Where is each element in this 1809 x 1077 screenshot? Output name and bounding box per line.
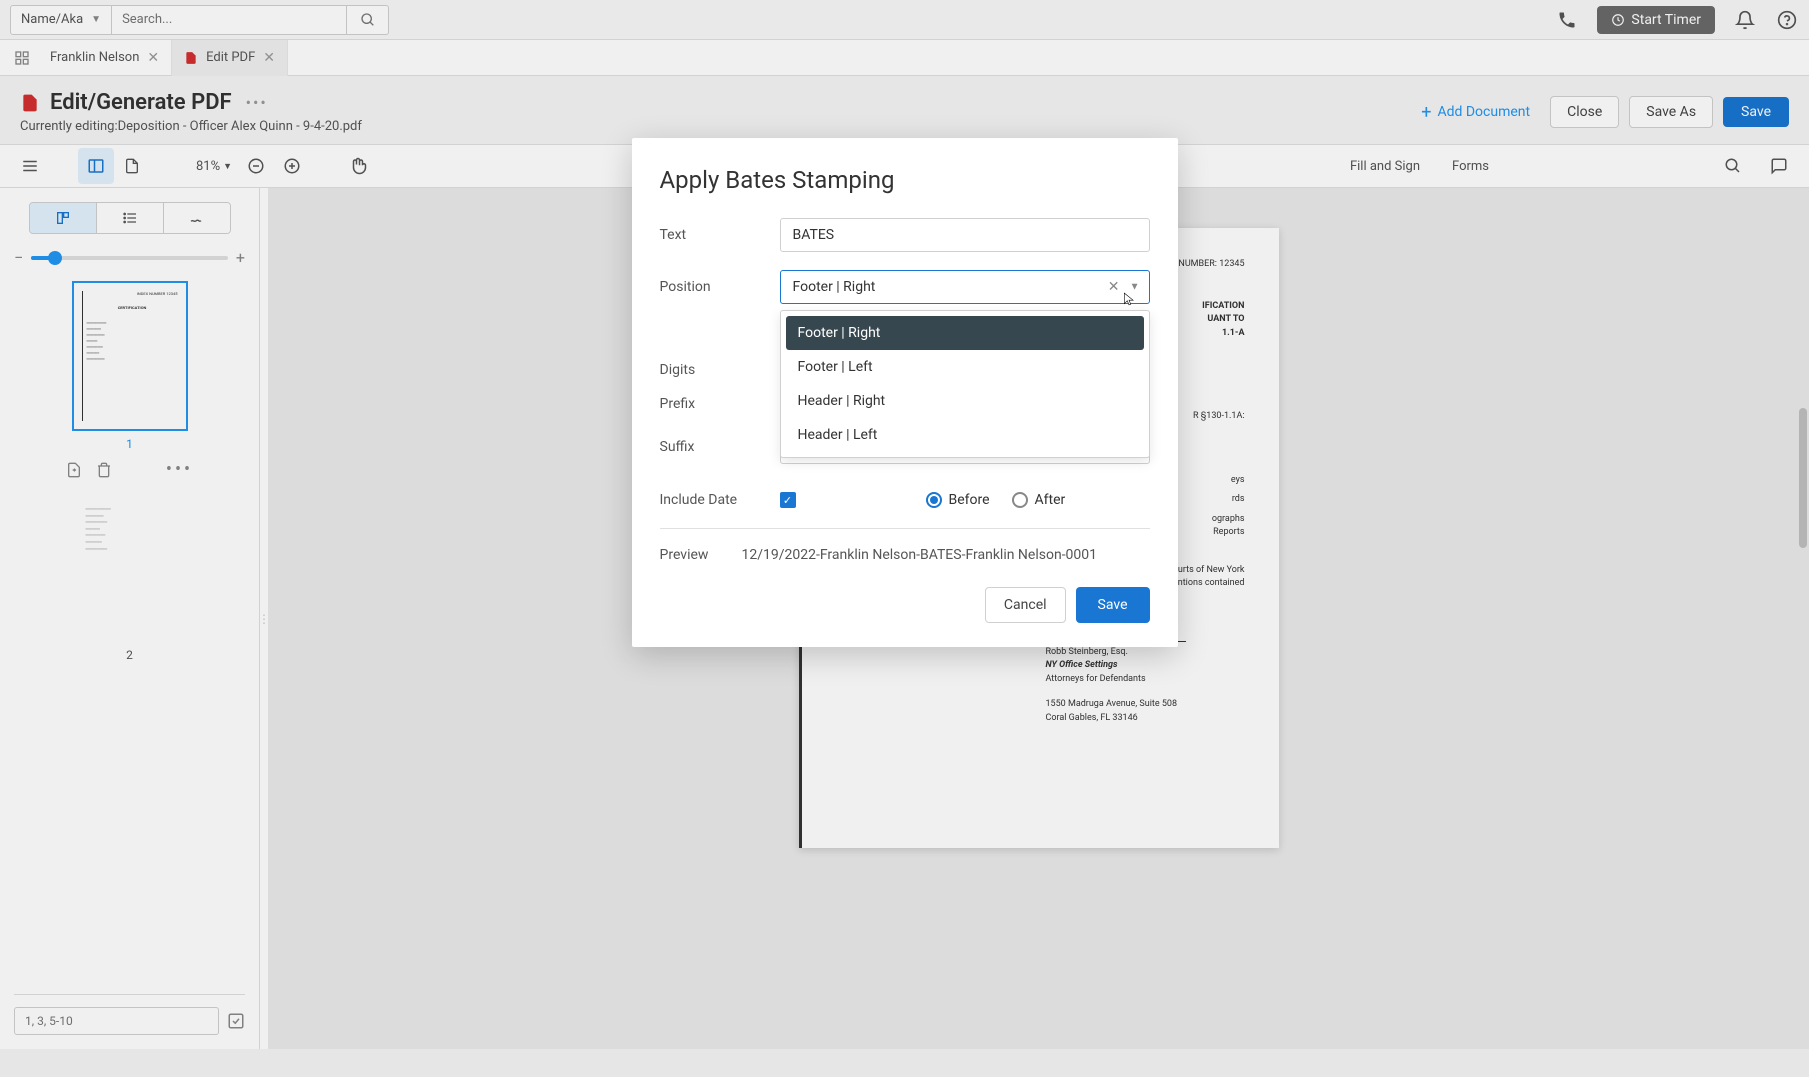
text-input[interactable] [780, 218, 1150, 252]
clear-icon[interactable]: ✕ [1108, 279, 1120, 295]
modal-title: Apply Bates Stamping [660, 166, 1150, 194]
before-radio-item[interactable]: Before [926, 492, 990, 508]
text-label: Text [660, 227, 780, 243]
after-radio-item[interactable]: After [1012, 492, 1066, 508]
position-option-header-right[interactable]: Header | Right [786, 384, 1144, 418]
after-radio[interactable] [1012, 492, 1028, 508]
preview-value: 12/19/2022-Franklin Nelson-BATES-Frankli… [742, 547, 1098, 563]
after-label: After [1035, 492, 1066, 508]
before-radio[interactable] [926, 492, 942, 508]
include-date-checkbox[interactable]: ✓ [780, 492, 796, 508]
position-option-footer-right[interactable]: Footer | Right [786, 316, 1144, 350]
position-option-header-left[interactable]: Header | Left [786, 418, 1144, 452]
cursor-icon [1122, 290, 1136, 308]
before-label: Before [949, 492, 990, 508]
modal-save-button[interactable]: Save [1076, 587, 1150, 623]
divider [660, 528, 1150, 529]
include-date-label: Include Date [660, 492, 780, 508]
bates-stamping-modal: Apply Bates Stamping Text Position ✕ ▼ F… [632, 138, 1178, 647]
cancel-button[interactable]: Cancel [985, 587, 1066, 623]
position-input[interactable] [780, 270, 1150, 304]
prefix-label: Prefix [660, 396, 780, 412]
digits-label: Digits [660, 362, 780, 378]
preview-label: Preview [660, 547, 742, 563]
position-label: Position [660, 279, 780, 295]
suffix-label: Suffix [660, 439, 780, 455]
position-dropdown: Footer | Right Footer | Left Header | Ri… [780, 310, 1150, 458]
modal-overlay: Apply Bates Stamping Text Position ✕ ▼ F… [0, 0, 1809, 1077]
position-option-footer-left[interactable]: Footer | Left [786, 350, 1144, 384]
